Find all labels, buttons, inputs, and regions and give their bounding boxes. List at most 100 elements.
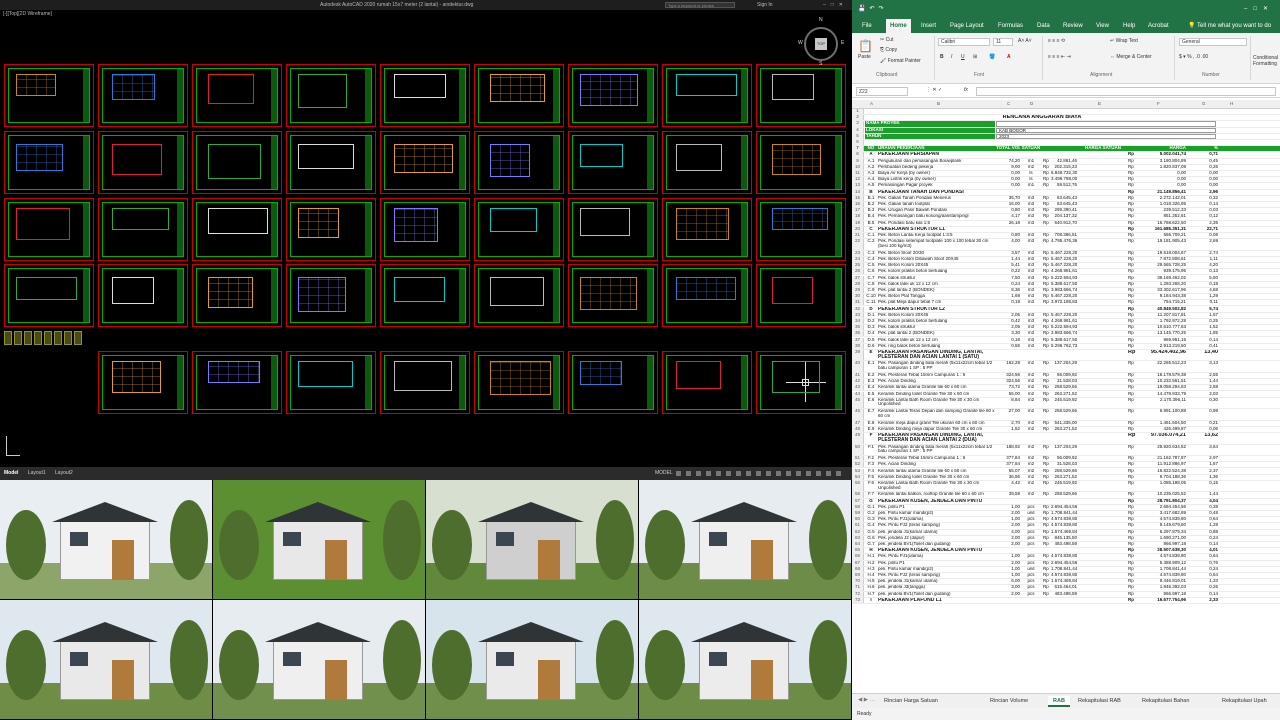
cell-no[interactable]: C.5 (865, 263, 877, 268)
cell-volume[interactable]: 4,42 (996, 481, 1020, 492)
cell-percent[interactable]: 1,44 (1194, 379, 1218, 384)
cell-volume[interactable]: 1,00 (996, 554, 1020, 559)
cell-satuan[interactable]: ls (1021, 177, 1041, 182)
cell-rp[interactable]: Rp (1043, 379, 1051, 384)
cell-percent[interactable]: 2,74 (1194, 251, 1218, 256)
cell-rp[interactable]: Rp (1128, 183, 1137, 188)
row-number[interactable]: 50 (852, 444, 864, 456)
cell-satuan[interactable]: m3 (1021, 208, 1041, 213)
cell-rp[interactable]: Rp (1043, 221, 1051, 226)
cell-satuan[interactable]: m3 (1021, 214, 1041, 219)
row-number[interactable]: 12 (852, 177, 864, 183)
cell-rp[interactable]: Rp (1128, 592, 1137, 597)
cell-uraian[interactable]: Pek. ring balok beton bertulang (878, 344, 995, 349)
row-number[interactable]: 15 (852, 195, 864, 201)
cell-rp[interactable]: Rp (1043, 592, 1051, 597)
cell-percent[interactable]: 0,38 (1194, 505, 1218, 510)
cell-harga[interactable]: 19.058.294,83 (1138, 385, 1186, 390)
insert-function-icon[interactable]: fx (964, 87, 968, 93)
row-number[interactable]: 17 (852, 208, 864, 214)
column-header-f[interactable]: F (1157, 101, 1160, 106)
cell-no[interactable]: G.1 (865, 505, 877, 510)
cell-harga[interactable]: 16.822.524,38 (1138, 469, 1186, 474)
row-number[interactable]: 36 (852, 331, 864, 337)
row-number[interactable]: 62 (852, 529, 864, 535)
cell-rp[interactable]: Rp (1128, 499, 1137, 504)
row-number[interactable]: 53 (852, 468, 864, 474)
row-number[interactable]: 21 (852, 233, 864, 239)
cell-uraian[interactable]: Pek. Plesteran Tebal 15mm Campuran 1 : 5 (878, 456, 995, 461)
cell-uraian[interactable]: pek. jendela BV1(Toilet dan gudang) (878, 592, 995, 597)
cell-no[interactable]: C (865, 227, 877, 232)
cell-rp[interactable]: Rp (1128, 177, 1137, 182)
row-number[interactable]: 24 (852, 256, 864, 263)
cell-harga-satuan[interactable]: 258.529,66 (1051, 385, 1077, 390)
cell-harga[interactable]: 1.461.604,50 (1138, 421, 1186, 426)
cell-rp[interactable]: Rp (1128, 159, 1137, 164)
cell-satuan[interactable]: pcs (1021, 517, 1041, 522)
cell-uraian[interactable]: Pek. pintu P1 (878, 561, 995, 566)
autocad-window[interactable]: Autodesk AutoCAD 2020 rumah 15x7 meter (… (0, 0, 852, 480)
cell-volume[interactable]: 39,59 (996, 492, 1020, 497)
cell-volume[interactable]: 73,72 (996, 385, 1020, 390)
cell-rp[interactable]: Rp (1128, 361, 1137, 372)
cell-volume[interactable]: 2,00 (996, 511, 1020, 516)
cell-percent[interactable]: 2,97 (1194, 456, 1218, 461)
cell-harga-satuan[interactable]: 31.528,03 (1051, 379, 1077, 384)
tab-help[interactable]: Help (1123, 19, 1135, 33)
cell-no[interactable]: F.5 (865, 475, 877, 480)
cell-uraian[interactable]: Pek. plat lantai 2 (BONDEK) (878, 288, 995, 293)
cell-uraian[interactable]: Pek. Pintu PJ1(utama) (878, 554, 995, 559)
cell-percent[interactable]: 5,74 (1194, 307, 1218, 312)
cell-percent[interactable]: 0,26 (1194, 585, 1218, 590)
cell-satuan[interactable]: pcs (1021, 585, 1041, 590)
cell-harga[interactable]: 2.272.142,01 (1138, 196, 1186, 201)
cell-rp[interactable]: Rp (1043, 208, 1051, 213)
cell-satuan[interactable]: pcs (1021, 523, 1041, 528)
cell-satuan[interactable]: m2 (1021, 361, 1041, 372)
row-number[interactable]: 3 (852, 121, 864, 127)
cell-volume[interactable]: 2,00 (996, 523, 1020, 528)
row-number[interactable]: 57 (852, 498, 864, 504)
cell-percent[interactable]: 1,36 (1194, 475, 1218, 480)
cell-satuan[interactable]: unit (1021, 567, 1041, 572)
cell-percent[interactable]: 13,40 (1194, 350, 1218, 361)
cell-rp[interactable]: Rp (1128, 392, 1137, 397)
cell-no[interactable]: C.3 (865, 251, 877, 256)
tab-view[interactable]: View (1096, 19, 1109, 33)
cell-volume[interactable]: 188,92 (996, 445, 1020, 456)
row-number[interactable]: 40 (852, 361, 864, 372)
cell-satuan[interactable]: m2 (1021, 421, 1041, 426)
cell-harga-satuan[interactable]: 541.335,00 (1051, 421, 1077, 426)
cell-no[interactable]: E.4 (865, 385, 877, 390)
cell-harga-satuan[interactable]: 5.467.228,20 (1051, 251, 1077, 256)
sheet-tab[interactable]: Rincian Volume (990, 696, 1028, 707)
cell-harga[interactable]: 9.446.819,01 (1138, 579, 1186, 584)
formula-input[interactable] (976, 87, 1276, 96)
cell-rp[interactable]: Rp (1043, 288, 1051, 293)
cell-uraian[interactable]: Pek. plat lantai 2 (BONDEK) (878, 331, 995, 336)
cell-harga[interactable]: 939.175,95 (1138, 269, 1186, 274)
row-number[interactable]: 39 (852, 349, 864, 361)
fill-color-icon[interactable]: 🪣 (989, 54, 995, 60)
cell-harga-satuan[interactable]: 483.498,59 (1051, 592, 1077, 597)
cell-harga[interactable]: 1.792.972,28 (1138, 319, 1186, 324)
cell-satuan[interactable]: m2 (1021, 481, 1041, 492)
tab-page-layout[interactable]: Page Layout (950, 19, 984, 33)
cell-percent[interactable]: 0,26 (1194, 165, 1218, 170)
cell-percent[interactable]: 0,00 (1194, 183, 1218, 188)
row-number[interactable]: 69 (852, 573, 864, 579)
cell-percent[interactable]: 5,50 (1194, 276, 1218, 281)
cell-harga[interactable]: 21.149.856,41 (1138, 190, 1186, 195)
cell-rp[interactable]: Rp (1043, 159, 1051, 164)
cell-volume[interactable]: 2,00 (996, 536, 1020, 541)
row-number[interactable]: 52 (852, 462, 864, 468)
cell-no[interactable]: H.6 (865, 585, 877, 590)
cell-percent[interactable]: 2,33 (1194, 598, 1218, 603)
cell-satuan[interactable]: m1 (1021, 183, 1041, 188)
cell-rp[interactable]: Rp (1128, 152, 1137, 157)
cell-no[interactable]: B.5 (865, 221, 877, 226)
row-number[interactable]: 47 (852, 420, 864, 426)
cell-harga-satuan[interactable]: 640.912,70 (1051, 221, 1077, 226)
cell-harga-satuan[interactable]: 5.467.228,20 (1051, 313, 1077, 318)
